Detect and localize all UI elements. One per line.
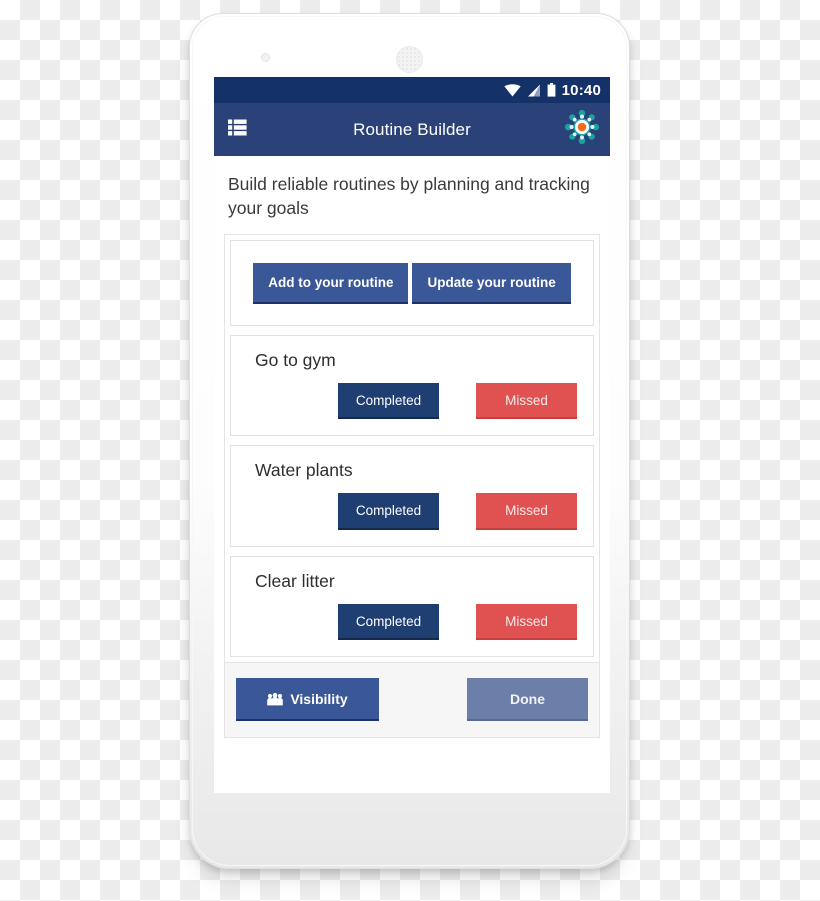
group-people-icon <box>267 692 284 706</box>
signal-icon <box>527 84 540 96</box>
status-bar-clock: 10:40 <box>561 81 601 99</box>
routine-actions-row: Add to your routine Update your routine <box>231 241 593 325</box>
task-missed-button[interactable]: Missed <box>476 493 577 530</box>
status-bar: 10:40 <box>214 77 610 103</box>
task-completed-button[interactable]: Completed <box>338 382 439 420</box>
task-row: Water plants Completed Missed <box>231 446 593 546</box>
task-row: Clear litter Completed Missed <box>231 557 593 657</box>
phone-device-frame: 10:40 Routine Builder Build reliable rou… <box>189 13 630 869</box>
task-missed-button[interactable]: Missed <box>476 382 577 420</box>
task-title: Clear litter <box>255 570 335 591</box>
task-completed-button[interactable]: Completed <box>338 493 439 530</box>
task-missed-button[interactable]: Missed <box>476 603 577 641</box>
task-completed-button[interactable]: Completed <box>338 603 439 641</box>
app-bar-title: Routine Builder <box>353 119 471 139</box>
task-card: Go to gym Completed Missed <box>230 334 594 437</box>
list-menu-icon[interactable] <box>228 119 247 141</box>
routine-panel-group: Add to your routine Update your routine … <box>224 234 600 664</box>
speaker-grille-icon <box>396 46 423 73</box>
task-actions: Completed Missed <box>231 382 593 420</box>
page-canvas: 10:40 Routine Builder Build reliable rou… <box>0 0 820 901</box>
battery-icon <box>547 83 556 97</box>
task-actions: Completed Missed <box>231 603 593 641</box>
task-card: Water plants Completed Missed <box>230 445 594 547</box>
gear-settings-icon[interactable] <box>564 109 600 150</box>
task-row: Go to gym Completed Missed <box>231 336 593 436</box>
wifi-icon <box>503 83 521 96</box>
visibility-button-label: Visibility <box>290 691 348 708</box>
bottom-action-bar: Visibility Done <box>224 663 600 739</box>
task-title: Go to gym <box>255 349 336 370</box>
app-bar: Routine Builder <box>214 103 610 156</box>
add-to-routine-button[interactable]: Add to your routine <box>253 263 409 304</box>
task-card: Clear litter Completed Missed <box>230 555 594 658</box>
done-button[interactable]: Done <box>467 678 588 722</box>
routine-actions-panel: Add to your routine Update your routine <box>230 240 594 326</box>
task-actions: Completed Missed <box>231 493 593 530</box>
page-title: Build reliable routines by planning and … <box>228 174 590 219</box>
camera-dot-icon <box>261 53 270 62</box>
visibility-button[interactable]: Visibility <box>236 678 379 722</box>
task-title: Water plants <box>255 460 353 481</box>
update-routine-button[interactable]: Update your routine <box>412 263 571 304</box>
phone-screen: 10:40 Routine Builder Build reliable rou… <box>214 77 610 793</box>
screen-content: Build reliable routines by planning and … <box>214 156 610 793</box>
